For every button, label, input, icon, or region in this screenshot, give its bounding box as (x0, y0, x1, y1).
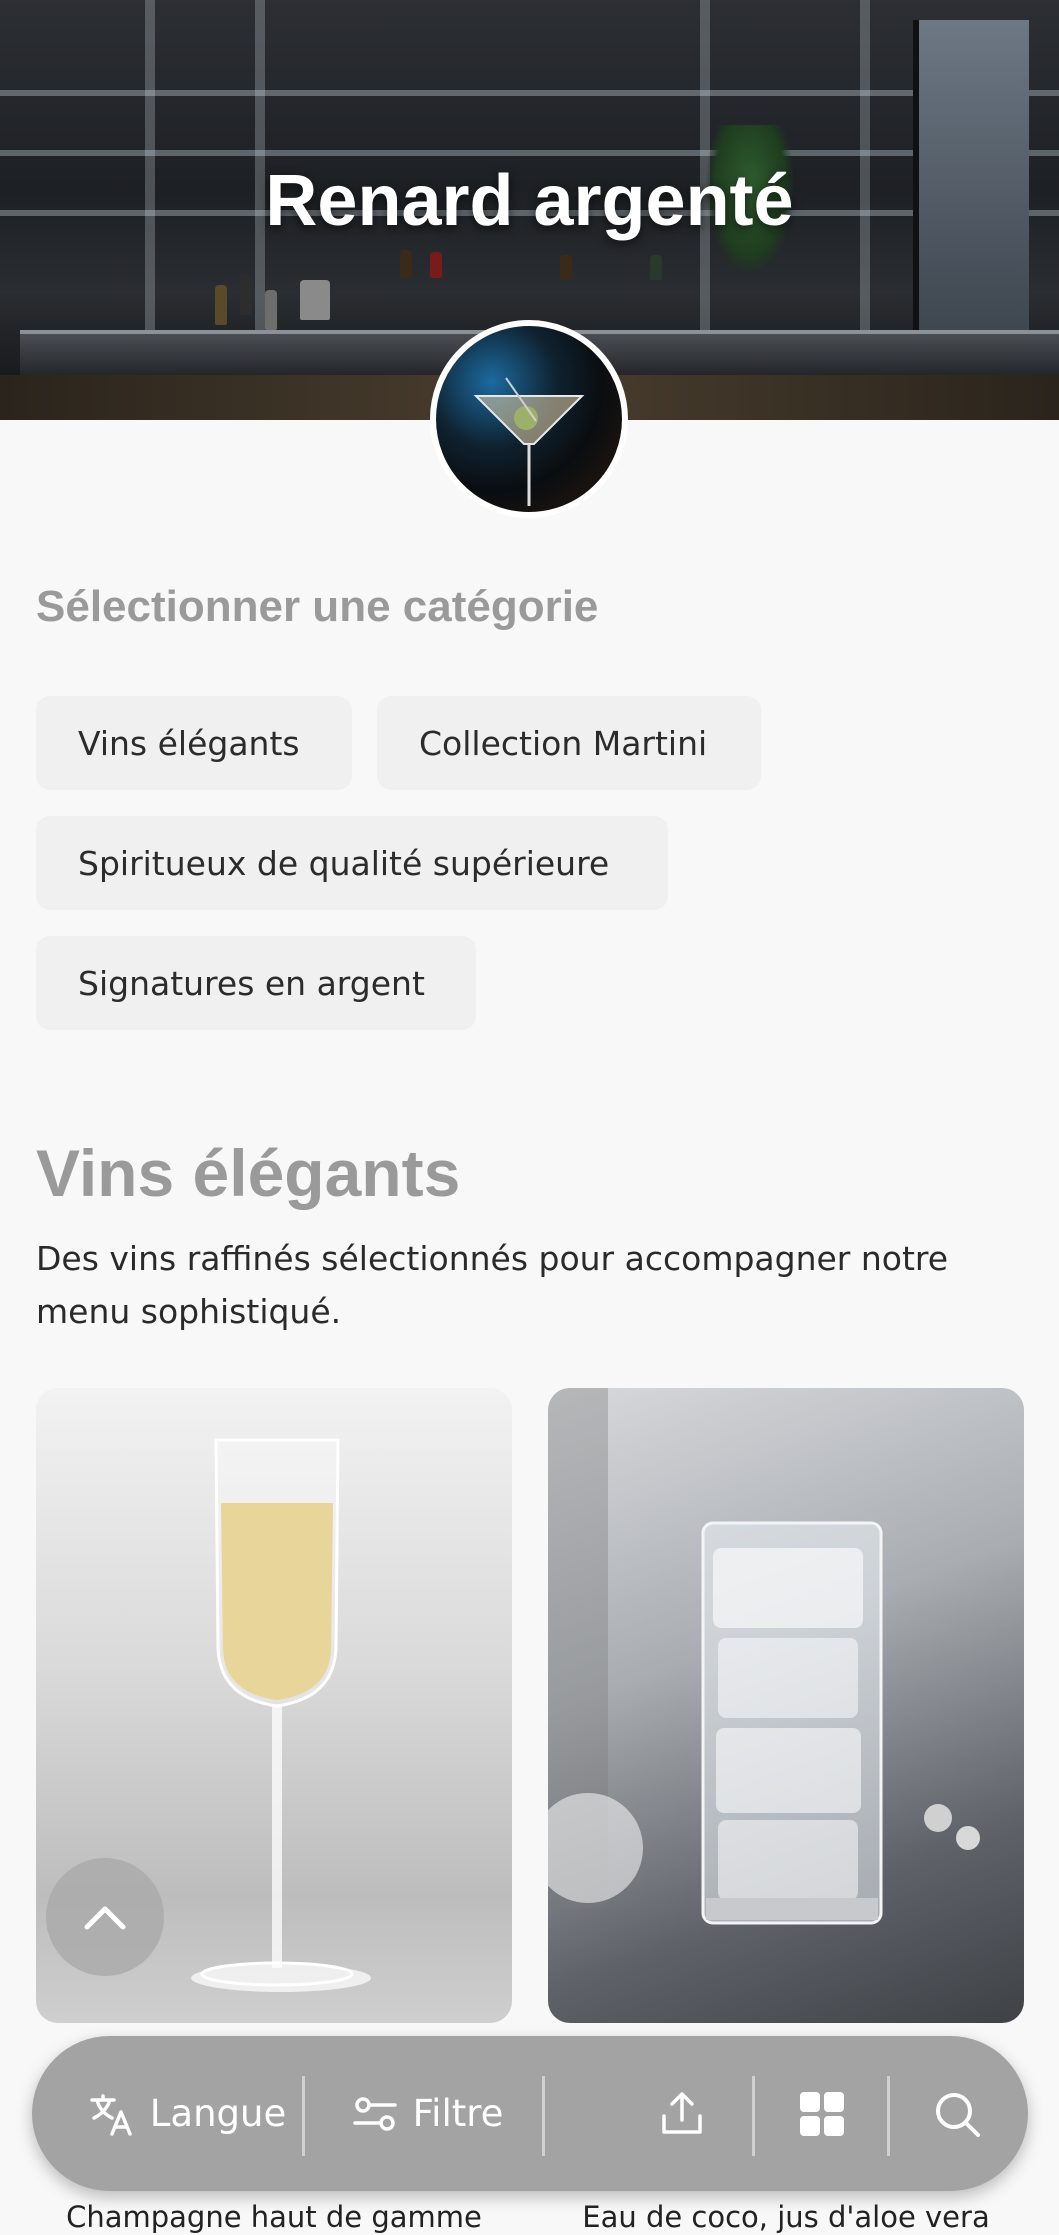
share-icon (662, 2091, 702, 2134)
category-chip-label: Spiritueux de qualité supérieure (78, 843, 610, 883)
grid-icon (800, 2091, 844, 2136)
search-icon (936, 2092, 980, 2137)
category-chip-collection-martini[interactable]: Collection Martini (377, 696, 761, 790)
product-name: Eau de coco, jus d'aloe vera (582, 2200, 990, 2234)
category-heading: Sélectionner une catégorie (36, 582, 599, 631)
translate-icon (90, 2093, 132, 2136)
language-label: Langue (149, 2092, 287, 2135)
ice-glass-image (548, 1388, 980, 1925)
category-chip-label: Collection Martini (419, 723, 708, 763)
chevron-up-icon (84, 1906, 126, 1930)
category-chip-vins-elegants[interactable]: Vins élégants (36, 696, 352, 790)
product-card-coco-aloe[interactable] (548, 1388, 1024, 2023)
category-chip-label: Signatures en argent (78, 963, 425, 1003)
section-description: Des vins raffinés sélectionnés pour acco… (36, 1239, 949, 1331)
share-button[interactable] (612, 2036, 752, 2191)
filter-label: Filtre (412, 2092, 504, 2135)
section-title: Vins élégants (36, 1136, 461, 1210)
sliders-icon (352, 2096, 397, 2131)
restaurant-name: Renard argenté (265, 161, 794, 241)
filter-button[interactable]: Filtre (312, 2036, 542, 2191)
product-name: Champagne haut de gamme (66, 2200, 482, 2234)
scroll-top-button[interactable] (46, 1858, 164, 1976)
category-chip-spiritueux[interactable]: Spiritueux de qualité supérieure (36, 816, 668, 910)
category-chip-signatures-argent[interactable]: Signatures en argent (36, 936, 476, 1030)
bottom-toolbar: Langue Filtre (32, 2036, 1028, 2191)
grid-view-button[interactable] (757, 2036, 887, 2191)
language-button[interactable]: Langue (72, 2036, 302, 2191)
restaurant-logo (430, 320, 628, 518)
category-chip-label: Vins élégants (78, 723, 300, 763)
search-button[interactable] (892, 2036, 1022, 2191)
